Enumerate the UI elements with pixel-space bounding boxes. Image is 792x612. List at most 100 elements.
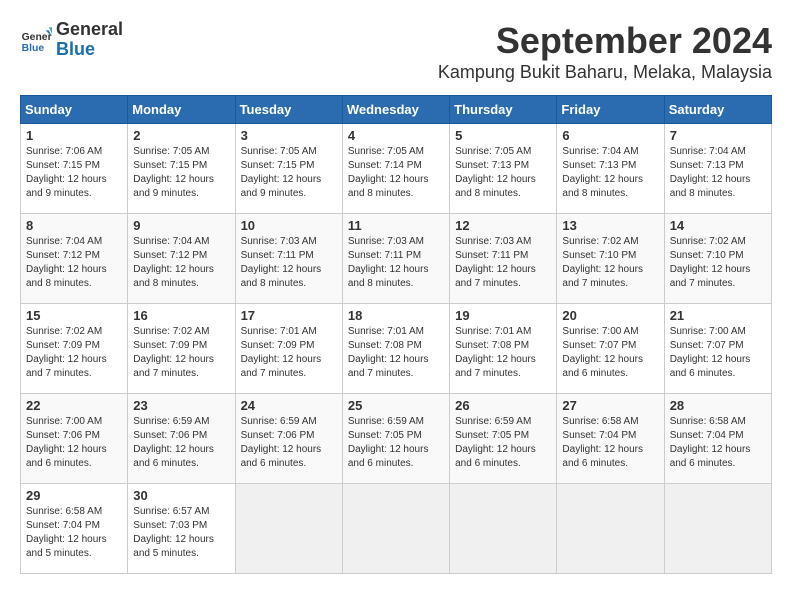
table-row: 6 Sunrise: 7:04 AMSunset: 7:13 PMDaylight… [557,124,664,214]
day-info: Sunrise: 7:05 AMSunset: 7:13 PMDaylight:… [455,145,551,201]
day-number: 29 [26,488,122,503]
day-number: 6 [562,128,658,143]
day-number: 7 [670,128,766,143]
table-row: 7 Sunrise: 7:04 AMSunset: 7:13 PMDaylight… [664,124,771,214]
table-row: 24 Sunrise: 6:59 AMSunset: 7:06 PMDayligh… [235,394,342,484]
table-row: 16 Sunrise: 7:02 AMSunset: 7:09 PMDayligh… [128,304,235,394]
day-info: Sunrise: 7:05 AMSunset: 7:15 PMDaylight:… [133,145,229,201]
day-info: Sunrise: 7:05 AMSunset: 7:14 PMDaylight:… [348,145,444,201]
table-row: 14Sunrise: 7:02 AMSunset: 7:10 PMDayligh… [664,214,771,304]
day-info: Sunrise: 7:04 AMSunset: 7:13 PMDaylight:… [670,145,766,201]
day-info: Sunrise: 7:04 AMSunset: 7:12 PMDaylight:… [133,235,229,291]
table-row [557,484,664,574]
day-info: Sunrise: 7:03 AMSunset: 7:11 PMDaylight:… [348,235,444,291]
day-info: Sunrise: 7:00 AMSunset: 7:06 PMDaylight:… [26,415,122,471]
table-row [235,484,342,574]
logo: General Blue General Blue [20,20,123,60]
weekday-header-row: Sunday Monday Tuesday Wednesday Thursday… [21,96,772,124]
header-wednesday: Wednesday [342,96,449,124]
day-info: Sunrise: 7:03 AMSunset: 7:11 PMDaylight:… [455,235,551,291]
header-tuesday: Tuesday [235,96,342,124]
table-row: 28 Sunrise: 6:58 AMSunset: 7:04 PMDayligh… [664,394,771,484]
title-section: September 2024 Kampung Bukit Baharu, Mel… [438,20,772,83]
table-row: 3 Sunrise: 7:05 AMSunset: 7:15 PMDaylight… [235,124,342,214]
table-row: 25 Sunrise: 6:59 AMSunset: 7:05 PMDayligh… [342,394,449,484]
table-row: 12 Sunrise: 7:03 AMSunset: 7:11 PMDayligh… [450,214,557,304]
day-info: Sunrise: 7:00 AMSunset: 7:07 PMDaylight:… [562,325,658,381]
day-number: 17 [241,308,337,323]
day-number: 15 [26,308,122,323]
table-row: 15Sunrise: 7:02 AMSunset: 7:09 PMDayligh… [21,304,128,394]
table-row: 5 Sunrise: 7:05 AMSunset: 7:13 PMDaylight… [450,124,557,214]
table-row: 4 Sunrise: 7:05 AMSunset: 7:14 PMDaylight… [342,124,449,214]
day-number: 27 [562,398,658,413]
day-info: Sunrise: 6:59 AMSunset: 7:05 PMDaylight:… [455,415,551,471]
calendar-week-5: 29Sunrise: 6:58 AMSunset: 7:04 PMDayligh… [21,484,772,574]
day-number: 25 [348,398,444,413]
day-info: Sunrise: 7:05 AMSunset: 7:15 PMDaylight:… [241,145,337,201]
day-info: Sunrise: 7:04 AMSunset: 7:13 PMDaylight:… [562,145,658,201]
calendar-table: Sunday Monday Tuesday Wednesday Thursday… [20,95,772,574]
day-number: 20 [562,308,658,323]
day-info: Sunrise: 7:00 AMSunset: 7:07 PMDaylight:… [670,325,766,381]
table-row [664,484,771,574]
day-info: Sunrise: 6:59 AMSunset: 7:06 PMDaylight:… [241,415,337,471]
day-info: Sunrise: 6:59 AMSunset: 7:05 PMDaylight:… [348,415,444,471]
day-info: Sunrise: 7:02 AMSunset: 7:09 PMDaylight:… [133,325,229,381]
table-row: 26Sunrise: 6:59 AMSunset: 7:05 PMDayligh… [450,394,557,484]
table-row: 18Sunrise: 7:01 AMSunset: 7:08 PMDayligh… [342,304,449,394]
day-info: Sunrise: 7:01 AMSunset: 7:09 PMDaylight:… [241,325,337,381]
table-row: 10 Sunrise: 7:03 AMSunset: 7:11 PMDayligh… [235,214,342,304]
day-info: Sunrise: 6:58 AMSunset: 7:04 PMDaylight:… [562,415,658,471]
day-number: 28 [670,398,766,413]
day-number: 19 [455,308,551,323]
table-row: 9Sunrise: 7:04 AMSunset: 7:12 PMDaylight… [128,214,235,304]
logo-blue: Blue [56,40,123,60]
table-row: 17 Sunrise: 7:01 AMSunset: 7:09 PMDayligh… [235,304,342,394]
table-row: 21 Sunrise: 7:00 AMSunset: 7:07 PMDayligh… [664,304,771,394]
day-number: 5 [455,128,551,143]
svg-text:General: General [22,32,52,43]
header-saturday: Saturday [664,96,771,124]
day-number: 16 [133,308,229,323]
day-info: Sunrise: 7:03 AMSunset: 7:11 PMDaylight:… [241,235,337,291]
table-row: 30Sunrise: 6:57 AMSunset: 7:03 PMDayligh… [128,484,235,574]
table-row [450,484,557,574]
header-sunday: Sunday [21,96,128,124]
header-friday: Friday [557,96,664,124]
calendar-week-4: 22Sunrise: 7:00 AMSunset: 7:06 PMDayligh… [21,394,772,484]
day-number: 3 [241,128,337,143]
day-number: 8 [26,218,122,233]
table-row: 20 Sunrise: 7:00 AMSunset: 7:07 PMDayligh… [557,304,664,394]
table-row: 27 Sunrise: 6:58 AMSunset: 7:04 PMDayligh… [557,394,664,484]
logo-general: General [56,20,123,40]
table-row: 29Sunrise: 6:58 AMSunset: 7:04 PMDayligh… [21,484,128,574]
day-number: 23 [133,398,229,413]
calendar-week-2: 8 Sunrise: 7:04 AMSunset: 7:12 PMDaylight… [21,214,772,304]
day-number: 1 [26,128,122,143]
table-row: 8Sunrise: 7:04 AMSunset: 7:12 PMDaylight… [21,214,128,304]
day-number: 2 [133,128,229,143]
logo-icon: General Blue [20,24,52,56]
table-row: 19Sunrise: 7:01 AMSunset: 7:08 PMDayligh… [450,304,557,394]
calendar-week-3: 15 Sunrise: 7:02 AMSunset: 7:09 PMDayligh… [21,304,772,394]
day-number: 4 [348,128,444,143]
table-row: 1 Sunrise: 7:06 AMSunset: 7:15 PMDaylight… [21,124,128,214]
day-number: 12 [455,218,551,233]
day-info: Sunrise: 7:02 AMSunset: 7:10 PMDaylight:… [670,235,766,291]
table-row [342,484,449,574]
day-info: Sunrise: 7:06 AMSunset: 7:15 PMDaylight:… [26,145,122,201]
day-number: 24 [241,398,337,413]
table-row: 2 Sunrise: 7:05 AMSunset: 7:15 PMDaylight… [128,124,235,214]
day-info: Sunrise: 6:58 AMSunset: 7:04 PMDaylight:… [670,415,766,471]
table-row: 13Sunrise: 7:02 AMSunset: 7:10 PMDayligh… [557,214,664,304]
header-thursday: Thursday [450,96,557,124]
table-row: 11Sunrise: 7:03 AMSunset: 7:11 PMDayligh… [342,214,449,304]
day-number: 21 [670,308,766,323]
day-number: 10 [241,218,337,233]
day-info: Sunrise: 7:01 AMSunset: 7:08 PMDaylight:… [348,325,444,381]
location-title: Kampung Bukit Baharu, Melaka, Malaysia [438,62,772,83]
header-monday: Monday [128,96,235,124]
day-number: 30 [133,488,229,503]
svg-text:Blue: Blue [22,43,45,54]
